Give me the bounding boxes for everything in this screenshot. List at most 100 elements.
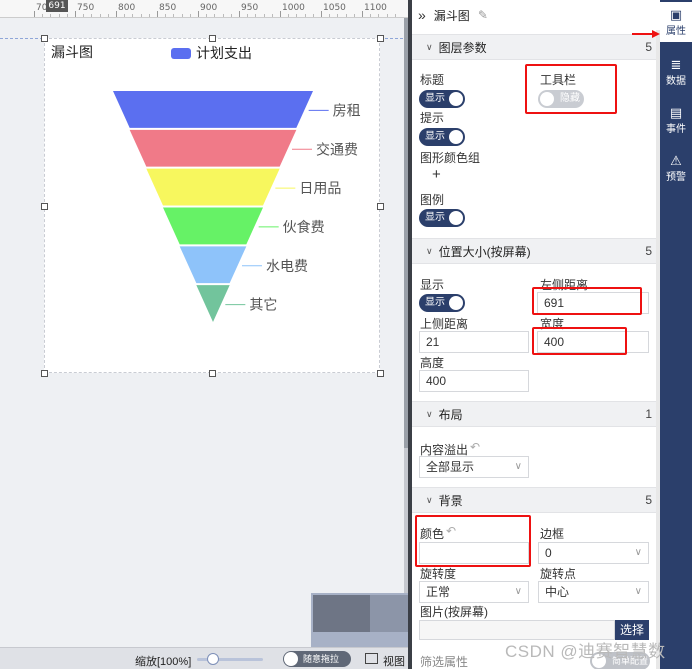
editor-canvas[interactable]: 700 750 800 850 900 950 1000 1050 1100 691 房租 交通费… (0, 0, 408, 669)
legend-setting-label: 图例 (420, 193, 445, 207)
add-color-icon[interactable]: + (432, 166, 441, 183)
sidebar-item-data[interactable]: ≣ 数据 (660, 52, 692, 92)
sidebar-item-properties[interactable]: ▣ 属性 (660, 2, 692, 42)
funnel-segment (146, 168, 280, 206)
toggle-text: 显示 (425, 212, 445, 223)
ruler-tick (362, 11, 363, 17)
legend-toggle[interactable]: 显示 (419, 209, 465, 227)
ruler-minor-tick (271, 14, 273, 17)
ruler-minor-tick (378, 14, 380, 17)
border-value: 0 (545, 546, 552, 560)
overflow-value: 全部显示 (426, 460, 475, 474)
funnel-label: 日用品 (299, 181, 341, 197)
ruler-minor-tick (263, 14, 265, 17)
collapse-double-chevron-icon[interactable]: » (418, 7, 426, 23)
edit-pencil-icon[interactable]: ✎ (478, 8, 488, 22)
zoom-toolbar: 缩放[100%] 随意拖拉 视图 (0, 647, 408, 669)
toggle-text: 显示 (425, 131, 445, 142)
top-distance-input[interactable]: 21 (419, 331, 529, 353)
ruler-tick (280, 11, 281, 17)
ruler-minor-tick (58, 14, 60, 17)
ruler-minor-tick (50, 14, 52, 17)
panel-header: » 漏斗图 ✎ (412, 0, 660, 30)
sidebar-item-alarm[interactable]: ⚠ 预警 (660, 148, 692, 188)
chevron-down-icon: ∨ (426, 408, 433, 419)
pivot-label: 旋转点 (540, 567, 577, 581)
ruler-label: 900 (200, 3, 218, 13)
chart-title: 漏斗图 (51, 44, 93, 60)
resize-handle[interactable] (41, 370, 48, 377)
ruler-minor-tick (247, 14, 249, 17)
funnel-label: 伙食费 (283, 219, 325, 236)
chart-legend[interactable]: 计划支出 (171, 43, 252, 63)
zoom-slider-handle[interactable] (207, 653, 219, 665)
resize-handle[interactable] (209, 35, 216, 42)
legend-label: 计划支出 (196, 45, 252, 61)
ruler-minor-tick (206, 14, 208, 17)
ruler-tick (157, 11, 158, 17)
show-label: 显示 (420, 278, 445, 292)
ruler-minor-tick (173, 14, 175, 17)
ruler-minor-tick (222, 14, 224, 17)
ruler-minor-tick (124, 14, 126, 17)
section-layout[interactable]: ∨ 布局 1 (412, 401, 660, 427)
resize-handle[interactable] (377, 35, 384, 42)
zoom-label: 缩放[100%] (135, 656, 192, 668)
ruler-label: 850 (159, 3, 177, 13)
title-toggle[interactable]: 显示 (419, 90, 465, 108)
panel-title: 漏斗图 (433, 8, 470, 23)
sidebar-item-label: 事件 (666, 124, 686, 135)
ruler-tick (198, 11, 199, 17)
legend-swatch (171, 47, 191, 59)
ruler-minor-tick (345, 14, 347, 17)
ruler-tick (321, 11, 322, 17)
section-count: 5 (645, 40, 652, 54)
ruler-label: 1050 (323, 3, 346, 13)
tooltip-toggle[interactable]: 显示 (419, 128, 465, 146)
height-input[interactable]: 400 (419, 370, 529, 392)
funnel-chart-component[interactable]: 房租 交通费 日用品 伙食费 水电费 其它 漏斗图 计划支出 (41, 35, 384, 377)
view-icon[interactable] (365, 653, 378, 664)
resize-handle[interactable] (377, 370, 384, 377)
ruler-minor-tick (181, 14, 183, 17)
highlight-box-width (532, 327, 627, 355)
sidebar-item-event[interactable]: ▤ 事件 (660, 100, 692, 140)
funnel-label: 房租 (333, 103, 361, 119)
highlight-box-color (415, 515, 531, 567)
resize-handle[interactable] (209, 370, 216, 377)
section-count: 5 (645, 244, 652, 258)
ruler-minor-tick (370, 14, 372, 17)
toggle-knob (449, 92, 463, 106)
pivot-select[interactable]: 中心 ∨ (538, 581, 649, 603)
reset-icon[interactable]: ↶ (470, 440, 480, 454)
view-label[interactable]: 视图 (383, 653, 405, 669)
border-select[interactable]: 0 ∨ (538, 542, 649, 564)
sidebar-item-label: 属性 (666, 26, 686, 37)
ruler-minor-tick (132, 14, 134, 17)
minimap-viewport[interactable] (313, 595, 370, 632)
resize-handle[interactable] (41, 202, 48, 210)
section-title: 布局 (438, 407, 463, 422)
show-toggle[interactable]: 显示 (419, 294, 465, 312)
section-position-size[interactable]: ∨ 位置大小(按屏幕) 5 (412, 238, 660, 264)
funnel-segment (129, 129, 297, 167)
section-layer-params[interactable]: ∨ 图层参数 5 (412, 34, 660, 60)
ruler-minor-tick (394, 14, 396, 17)
ruler-minor-tick (296, 14, 298, 17)
chevron-down-icon: ∨ (634, 547, 642, 558)
ruler-minor-tick (353, 14, 355, 17)
resize-handle[interactable] (377, 202, 384, 210)
resize-handle[interactable] (41, 35, 48, 42)
ruler-minor-tick (165, 14, 167, 17)
overflow-select[interactable]: 全部显示 ∨ (419, 456, 529, 478)
funnel-label: 其它 (249, 297, 277, 314)
funnel-segment (163, 207, 263, 245)
title-label: 标题 (420, 73, 445, 87)
ruler-minor-tick (304, 14, 306, 17)
ruler-tick (75, 11, 76, 17)
properties-icon: ▣ (669, 7, 683, 22)
section-background[interactable]: ∨ 背景 5 (412, 487, 660, 513)
rotate-select[interactable]: 正常 ∨ (419, 581, 529, 603)
ruler-minor-tick (255, 14, 257, 17)
highlight-box-toolbar (525, 64, 617, 114)
